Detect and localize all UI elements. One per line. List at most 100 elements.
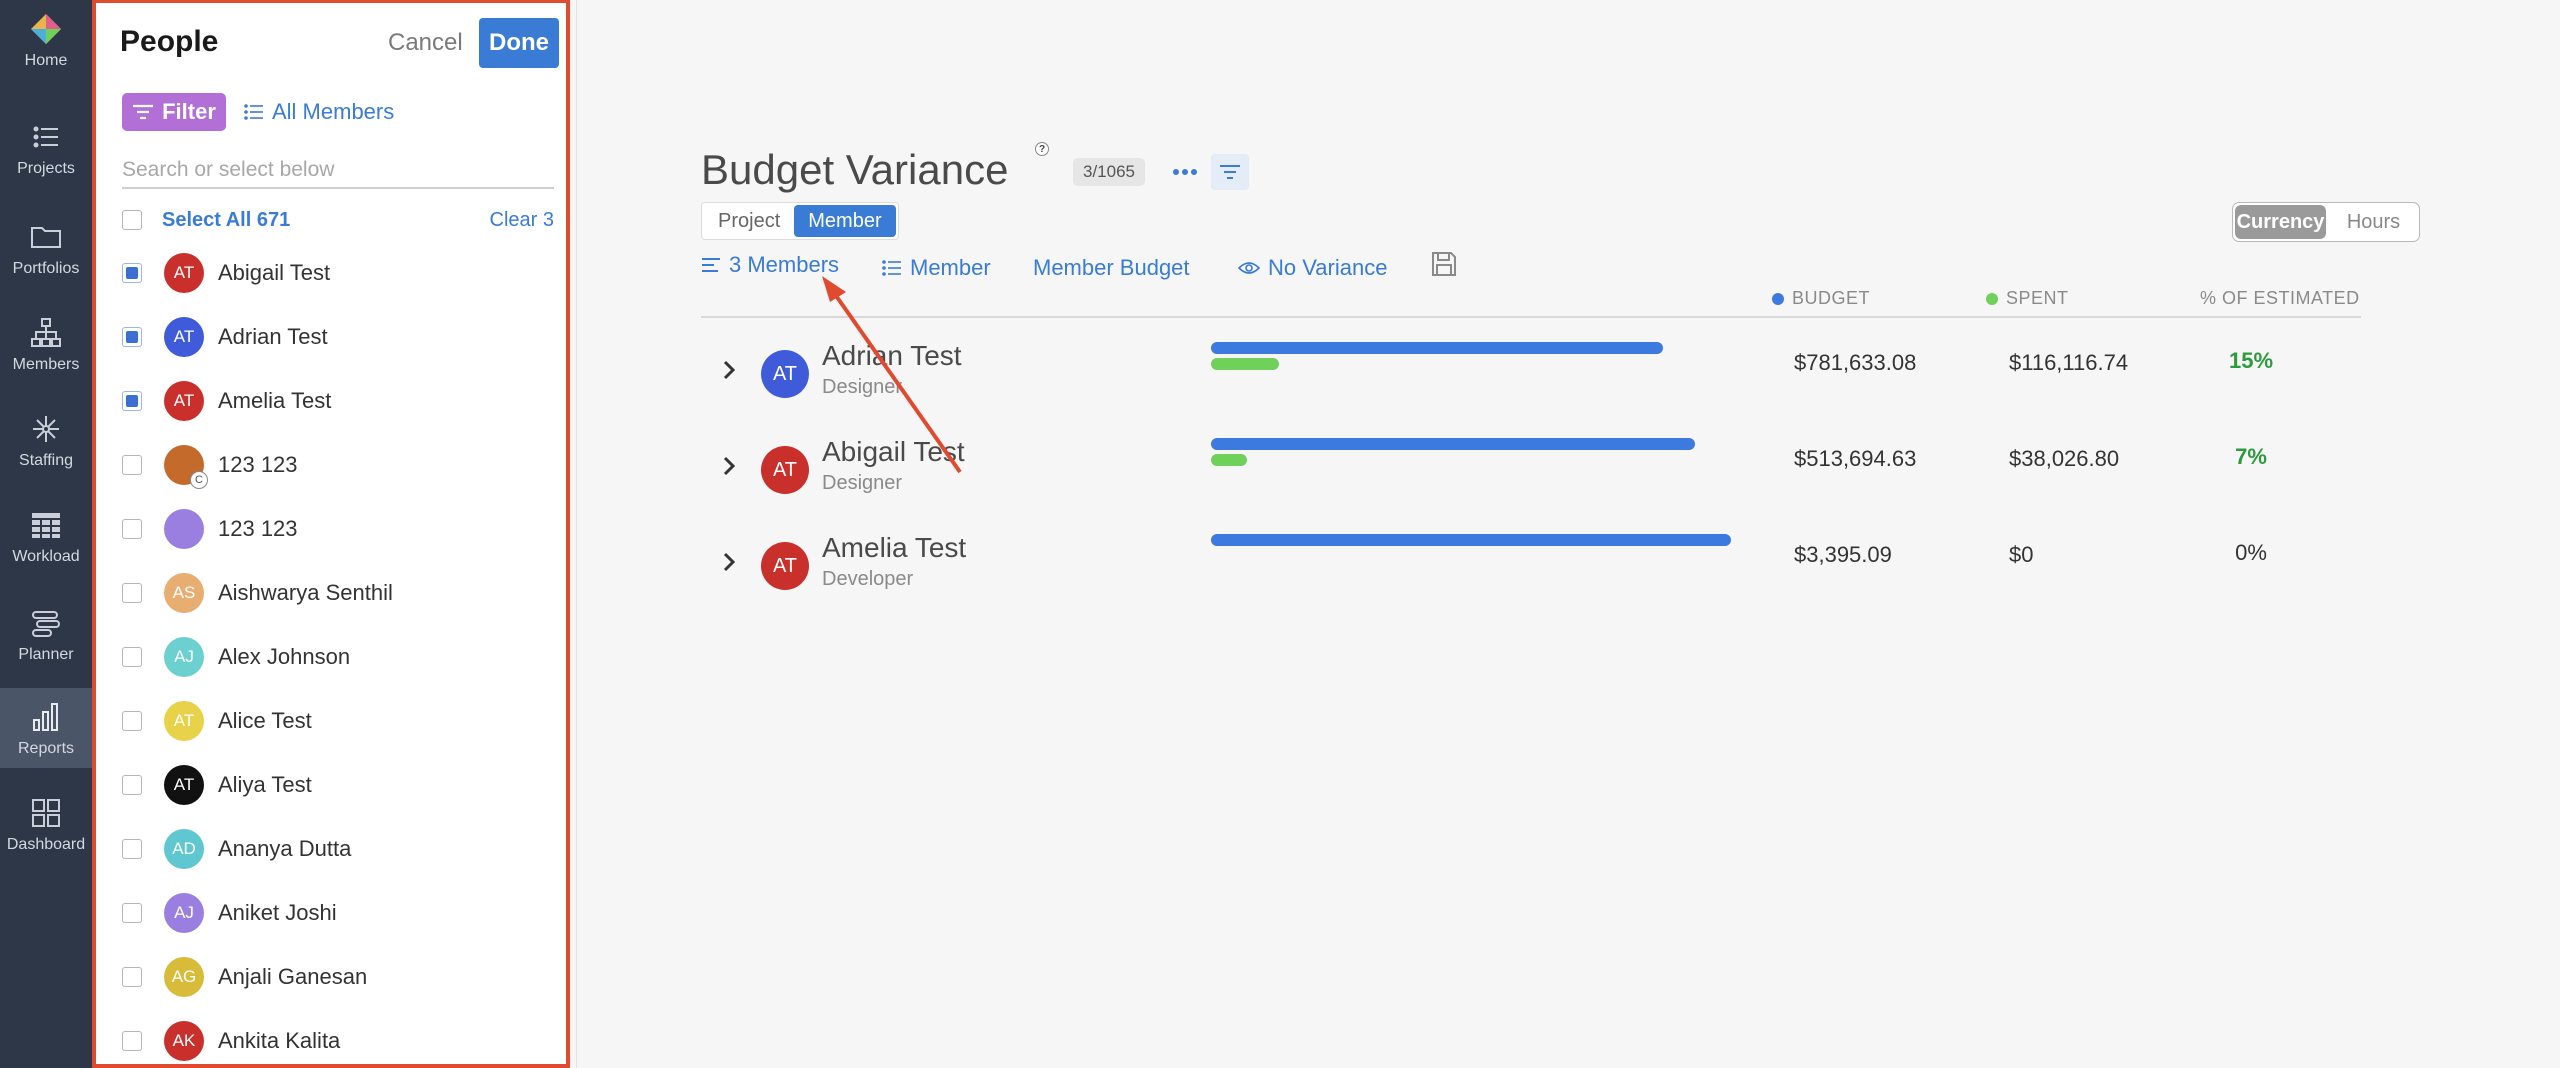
nav-item-staffing[interactable]: Staffing [0, 400, 92, 488]
avatar-initials: AS [172, 583, 196, 602]
help-icon[interactable]: ? [1035, 142, 1049, 156]
chevron-right-icon[interactable] [721, 358, 737, 382]
nav-item-planner[interactable]: Planner [0, 594, 92, 682]
table-row: AT Amelia Test Developer $3,395.09 $0 0% [701, 532, 2361, 622]
save-icon[interactable] [1430, 250, 1458, 278]
member-checkbox[interactable] [122, 327, 142, 347]
nav-item-portfolios[interactable]: Portfolios [0, 208, 92, 296]
select-all-label[interactable]: Select All 671 [162, 209, 290, 232]
table-row: AT Abigail Test Designer $513,694.63 $38,026… [701, 436, 2361, 526]
avatar-initials: AT [772, 554, 798, 577]
app-nav: Home Projects Portfolios Members Staffin… [0, 0, 92, 1068]
member-name: Aishwarya Senthil [218, 580, 393, 605]
members-filter-button[interactable]: 3 Members [701, 250, 839, 280]
table-row: AT Adrian Test Designer $781,633.08 $116,116… [701, 340, 2361, 430]
member-checkbox[interactable] [122, 455, 142, 475]
row-member-name[interactable]: Amelia Test [822, 532, 966, 564]
member-checkbox[interactable] [122, 647, 142, 667]
search-input[interactable] [122, 153, 554, 189]
report-filter-button[interactable] [1211, 154, 1249, 190]
row-pct: 15% [2228, 348, 2274, 373]
variance-label: No Variance [1268, 255, 1388, 280]
member-row[interactable]: AT Alice Test [122, 695, 554, 747]
toggle-project[interactable]: Project [704, 205, 794, 237]
avatar [164, 509, 204, 549]
avatar-initials: AG [171, 967, 197, 986]
avatar: AS [164, 573, 204, 613]
member-name: Ananya Dutta [218, 836, 352, 861]
nav-item-projects[interactable]: Projects [0, 108, 92, 196]
filter-label: Filter [162, 99, 216, 124]
chevron-right-icon[interactable] [721, 550, 737, 574]
nav-label-staffing: Staffing [19, 452, 73, 469]
member-row[interactable]: AT Adrian Test [122, 311, 554, 363]
member-checkbox[interactable] [122, 967, 142, 987]
member-checkbox[interactable] [122, 519, 142, 539]
member-row[interactable]: AT Abigail Test [122, 247, 554, 299]
cancel-button[interactable]: Cancel [388, 29, 463, 57]
member-name: Anjali Ganesan [218, 964, 368, 989]
member-checkbox[interactable] [122, 839, 142, 859]
nav-item-members[interactable]: Members [0, 304, 92, 392]
nav-item-reports[interactable]: Reports [0, 688, 92, 768]
avatar: AJ [164, 893, 204, 933]
chevron-right-icon[interactable] [721, 454, 737, 478]
avatar: AT [164, 381, 204, 421]
group-by-label: Member [910, 255, 991, 280]
member-row[interactable]: AJ Alex Johnson [122, 631, 554, 683]
nav-item-home[interactable]: Home [0, 0, 92, 88]
col-pct: % OF ESTIMATED [2200, 288, 2360, 309]
members-filter-label: 3 Members [729, 252, 840, 277]
member-row[interactable]: AS Aishwarya Senthil [122, 567, 554, 619]
toggle-member[interactable]: Member [794, 205, 896, 237]
avatar-initials: AT [173, 711, 195, 730]
variance-button[interactable]: No Variance [1238, 253, 1387, 283]
row-member-name[interactable]: Adrian Test [822, 340, 962, 372]
group-by-button[interactable]: Member [882, 253, 991, 283]
nav-item-workload[interactable]: Workload [0, 496, 92, 584]
panel-title: People [120, 25, 219, 58]
member-checkbox[interactable] [122, 711, 142, 731]
member-row[interactable]: AK Ankita Kalita [122, 1015, 554, 1067]
nav-label-reports: Reports [17, 740, 75, 757]
more-options-icon[interactable] [1172, 162, 1198, 182]
member-row[interactable]: AT Amelia Test [122, 375, 554, 427]
col-pct-label: % OF ESTIMATED [2200, 288, 2360, 308]
member-checkbox[interactable] [122, 391, 142, 411]
row-budget: $513,694.63 [1794, 446, 1917, 471]
budget-type-button[interactable]: Member Budget [1033, 253, 1190, 283]
member-row[interactable]: AD Ananya Dutta [122, 823, 554, 875]
member-checkbox[interactable] [122, 903, 142, 923]
toggle-currency[interactable]: Currency [2235, 205, 2326, 239]
filter-button[interactable]: Filter [122, 93, 226, 131]
member-checkbox[interactable] [122, 263, 142, 283]
avatar-initials: AT [173, 391, 195, 410]
list-icon [33, 126, 58, 148]
clear-button[interactable]: Clear 3 [490, 209, 554, 232]
select-all-checkbox[interactable] [122, 210, 142, 230]
member-row[interactable]: C 123 123 [122, 439, 554, 491]
member-name: Aniket Joshi [218, 900, 337, 925]
avatar-initials: AJ [174, 647, 194, 666]
member-checkbox[interactable] [122, 1031, 142, 1051]
member-row[interactable]: AG Anjali Ganesan [122, 951, 554, 1003]
member-row[interactable]: AJ Aniket Joshi [122, 887, 554, 939]
filter-icon [133, 104, 154, 120]
done-button[interactable]: Done [479, 18, 559, 68]
avatar-initials: AD [172, 839, 196, 858]
member-row[interactable]: AT Aliya Test [122, 759, 554, 811]
spent-bar [1211, 358, 1279, 370]
member-name: Adrian Test [218, 324, 328, 349]
nav-label-home: Home [24, 52, 68, 69]
member-row[interactable]: 123 123 [122, 503, 554, 555]
member-checkbox[interactable] [122, 583, 142, 603]
member-checkbox[interactable] [122, 775, 142, 795]
toggle-hours[interactable]: Hours [2328, 203, 2419, 241]
row-member-name[interactable]: Abigail Test [822, 436, 965, 468]
all-members-button[interactable]: All Members [244, 99, 394, 125]
nav-item-dashboard[interactable]: Dashboard [0, 784, 92, 872]
avatar: AT [761, 542, 809, 590]
col-budget: BUDGET [1772, 288, 1870, 309]
budget-legend-dot [1772, 292, 1784, 305]
avatar: AD [164, 829, 204, 869]
